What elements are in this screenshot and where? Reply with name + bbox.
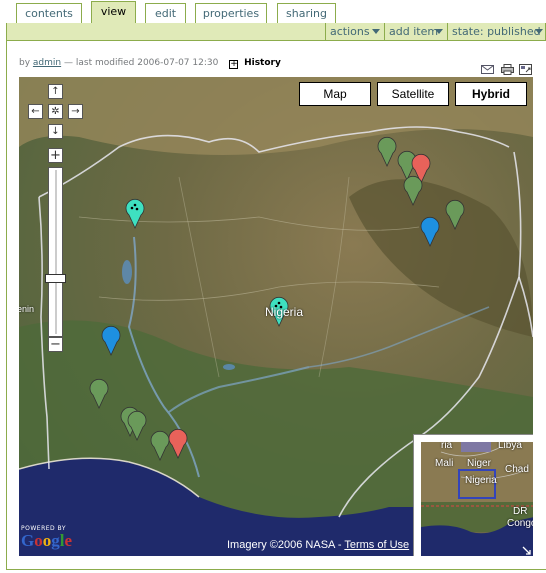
byline-prefix: by bbox=[19, 58, 31, 68]
map-marker-green-icon[interactable] bbox=[150, 429, 170, 461]
chevron-down-icon bbox=[372, 29, 380, 34]
zoom-track bbox=[55, 170, 57, 334]
google-map[interactable]: Map Satellite Hybrid ↑ ← ✲ → ↓ + − Niger… bbox=[19, 77, 533, 556]
modified-date: — last modified 2006-07-07 12:30 bbox=[64, 58, 219, 68]
add-item-menu[interactable]: add item bbox=[384, 23, 447, 40]
map-marker-green-icon[interactable] bbox=[445, 198, 465, 230]
place-label-nigeria: Nigeria bbox=[265, 305, 304, 319]
bar-left-border bbox=[6, 23, 7, 41]
map-marker-blue-icon[interactable] bbox=[420, 215, 440, 247]
tab-view[interactable]: view bbox=[91, 1, 136, 24]
tab-sharing[interactable]: sharing bbox=[277, 3, 336, 24]
actions-menu[interactable]: actions bbox=[325, 23, 384, 40]
overview-label-mali: Mali bbox=[435, 458, 454, 469]
tab-properties[interactable]: properties bbox=[195, 3, 267, 24]
map-marker-green-icon[interactable] bbox=[127, 409, 147, 441]
map-copyright: Imagery ©2006 NASA - Terms of Use bbox=[227, 539, 409, 551]
tab-contents[interactable]: contents bbox=[16, 3, 82, 24]
full-screen-icon[interactable] bbox=[519, 64, 532, 75]
pan-up-button[interactable]: ↑ bbox=[48, 84, 63, 99]
map-type-map-button[interactable]: Map bbox=[299, 82, 371, 106]
zoom-slider-knob[interactable] bbox=[45, 274, 66, 283]
zoom-slider[interactable] bbox=[48, 167, 63, 337]
map-marker-cyan-icon[interactable] bbox=[125, 197, 145, 229]
chevron-down-icon bbox=[535, 29, 543, 34]
content-bottom-border bbox=[6, 569, 546, 570]
map-type-hybrid-button[interactable]: Hybrid bbox=[455, 82, 527, 106]
pan-right-button[interactable]: → bbox=[68, 104, 83, 119]
overview-label-libya: Libya bbox=[498, 442, 522, 451]
google-logo-letter: o bbox=[42, 531, 52, 550]
overview-label-algeria: ria bbox=[441, 442, 453, 451]
imagery-credit: Imagery ©2006 NASA - bbox=[227, 539, 342, 551]
actions-menu-label: actions bbox=[330, 25, 370, 38]
map-marker-blue-icon[interactable] bbox=[101, 324, 121, 356]
content-left-border bbox=[6, 41, 7, 570]
author-link[interactable]: admin bbox=[33, 58, 61, 68]
content-actions-bar: actions add item state: published bbox=[6, 23, 546, 41]
map-marker-green-icon[interactable] bbox=[89, 377, 109, 409]
overview-label-dr: DR bbox=[513, 506, 528, 517]
state-menu[interactable]: state: published bbox=[447, 23, 546, 40]
map-type-satellite-button[interactable]: Satellite bbox=[377, 82, 449, 106]
terms-of-use-link[interactable]: Terms of Use bbox=[344, 539, 409, 551]
content-tabs: contents view edit properties sharing bbox=[0, 0, 546, 24]
google-logo-letter: G bbox=[21, 531, 35, 550]
map-marker-green-icon[interactable] bbox=[403, 174, 423, 206]
pan-down-button[interactable]: ↓ bbox=[48, 124, 63, 139]
place-label-benin: enin bbox=[19, 304, 35, 314]
history-link[interactable]: History bbox=[244, 58, 281, 68]
overview-label-nigeria: Nigeria bbox=[465, 475, 497, 486]
google-logo-letter: o bbox=[34, 531, 43, 550]
overview-label-niger: Niger bbox=[467, 458, 491, 469]
print-icon[interactable] bbox=[501, 64, 514, 75]
pan-center-button[interactable]: ✲ bbox=[48, 104, 63, 119]
powered-by-google[interactable]: POWERED BY Google bbox=[21, 525, 72, 550]
google-logo-letter: g bbox=[51, 531, 60, 550]
chevron-down-icon bbox=[435, 29, 443, 34]
pan-left-button[interactable]: ← bbox=[28, 104, 43, 119]
overview-map-view: ria Libya Mali Niger Chad Nigeria DR Con… bbox=[421, 442, 533, 556]
overview-map[interactable]: ria Libya Mali Niger Chad Nigeria DR Con… bbox=[413, 434, 533, 556]
google-logo: Google bbox=[21, 532, 72, 550]
document-byline: by admin — last modified 2006-07-07 12:3… bbox=[19, 58, 281, 69]
tab-edit[interactable]: edit bbox=[145, 3, 186, 24]
history-toggle-icon[interactable]: + bbox=[229, 60, 239, 69]
map-marker-green-icon[interactable] bbox=[377, 135, 397, 167]
zoom-out-button[interactable]: − bbox=[48, 337, 63, 352]
zoom-in-button[interactable]: + bbox=[48, 148, 63, 163]
map-marker-red-icon[interactable] bbox=[168, 427, 188, 459]
state-menu-label: state: published bbox=[452, 25, 541, 38]
send-email-icon[interactable] bbox=[481, 64, 494, 75]
overview-collapse-icon[interactable] bbox=[522, 546, 531, 555]
google-logo-letter: e bbox=[64, 531, 73, 550]
overview-label-congo: Congo bbox=[507, 518, 533, 529]
add-item-menu-label: add item bbox=[389, 25, 439, 38]
overview-label-chad: Chad bbox=[505, 464, 529, 475]
